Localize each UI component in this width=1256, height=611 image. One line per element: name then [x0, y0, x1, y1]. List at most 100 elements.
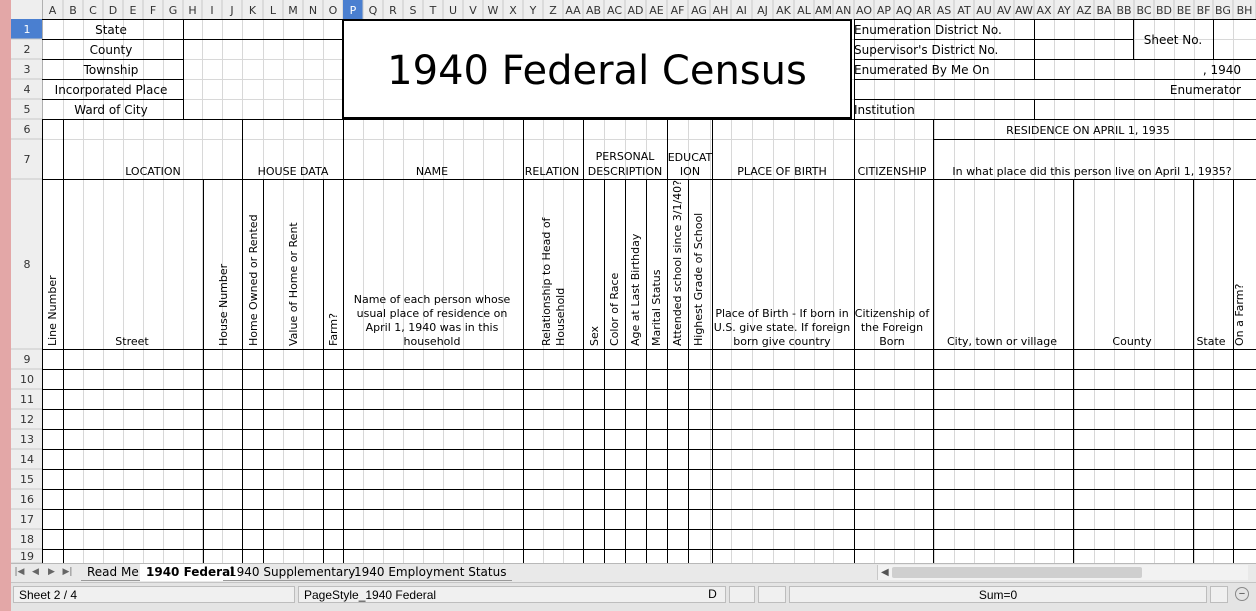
- row-header-cell[interactable]: 15: [20, 473, 34, 486]
- column-header-cell[interactable]: Y: [529, 4, 537, 17]
- column-header-cell[interactable]: AP: [877, 4, 892, 17]
- zoom-out-icon[interactable]: −: [1235, 587, 1249, 601]
- row-header-cell[interactable]: 9: [24, 353, 31, 366]
- column-header-cell[interactable]: AU: [976, 4, 992, 17]
- column-header-cell[interactable]: BC: [1136, 4, 1151, 17]
- row-header-cell[interactable]: 2: [24, 43, 31, 56]
- column-header-cell[interactable]: BF: [1197, 4, 1211, 17]
- scroll-left-icon[interactable]: ◀: [881, 565, 889, 580]
- column-header-cell[interactable]: R: [389, 4, 397, 17]
- column-header-cell[interactable]: F: [150, 4, 156, 17]
- row-header-cell[interactable]: 4: [24, 83, 31, 96]
- farm-subheader: Farm?: [327, 313, 340, 346]
- row-header-cell[interactable]: 14: [20, 453, 34, 466]
- last-sheet-icon[interactable]: ▶|: [61, 566, 74, 579]
- column-header-cell[interactable]: AN: [836, 4, 852, 17]
- column-header-cell[interactable]: L: [270, 4, 277, 17]
- citizenship-header: CITIZENSHIP: [858, 165, 927, 178]
- row-header-cell[interactable]: 1: [24, 23, 31, 36]
- column-header-cell[interactable]: G: [169, 4, 178, 17]
- column-header-cell[interactable]: AT: [957, 4, 971, 17]
- row-header-cell[interactable]: 3: [24, 63, 31, 76]
- column-header-cell[interactable]: AW: [1015, 4, 1033, 17]
- column-header-cell[interactable]: H: [188, 4, 196, 17]
- column-header-cell[interactable]: AB: [586, 4, 601, 17]
- column-header-cell[interactable]: AI: [736, 4, 747, 17]
- column-header-cell[interactable]: AL: [797, 4, 812, 17]
- column-header-cell[interactable]: Z: [549, 4, 557, 17]
- horizontal-scrollbar[interactable]: ◀: [877, 565, 1248, 580]
- column-header-cell[interactable]: N: [309, 4, 317, 17]
- first-sheet-icon[interactable]: |◀: [13, 566, 26, 579]
- column-header-cell[interactable]: BD: [1156, 4, 1172, 17]
- column-header-cell[interactable]: AM: [815, 4, 832, 17]
- column-header-cell[interactable]: M: [288, 4, 298, 17]
- column-header-cell[interactable]: AG: [691, 4, 707, 17]
- scrollbar-thumb[interactable]: [892, 567, 1142, 578]
- tab-1940-supplementary[interactable]: 1940 Supplementary: [223, 564, 362, 581]
- insert-mode-status: [729, 586, 755, 603]
- column-header-cell[interactable]: AH: [713, 4, 729, 17]
- row-header-cell[interactable]: 11: [20, 393, 34, 406]
- column-header-cell[interactable]: V: [469, 4, 477, 17]
- row-header-cell[interactable]: 6: [24, 123, 31, 136]
- column-header-cell[interactable]: AD: [628, 4, 644, 17]
- row-header-cell[interactable]: 17: [20, 513, 34, 526]
- column-header-cell[interactable]: AX: [1036, 4, 1052, 17]
- form-header[interactable]: State County Township Incorporated Place…: [55, 19, 1241, 119]
- column-header-cell[interactable]: P: [350, 4, 357, 17]
- column-header-cell[interactable]: T: [429, 4, 437, 17]
- column-header-cell[interactable]: S: [410, 4, 417, 17]
- tab-1940-employment-status[interactable]: 1940 Employment Status: [348, 564, 513, 581]
- column-header-cell[interactable]: B: [69, 4, 77, 17]
- column-header-cell[interactable]: AF: [671, 4, 685, 17]
- column-header-cell[interactable]: AS: [937, 4, 952, 17]
- column-header-cell[interactable]: BG: [1215, 4, 1231, 17]
- row-header-cell[interactable]: 13: [20, 433, 34, 446]
- column-header-cell[interactable]: A: [49, 4, 57, 17]
- street-subheader: Street: [115, 335, 149, 348]
- column-header-cell[interactable]: AZ: [1076, 4, 1092, 17]
- row-header-cell[interactable]: 18: [20, 533, 34, 546]
- column-header-cell[interactable]: Q: [369, 4, 378, 17]
- column-header-cell[interactable]: I: [210, 4, 213, 17]
- column-header-cell[interactable]: AQ: [896, 4, 912, 17]
- column-header-cell[interactable]: AO: [856, 4, 872, 17]
- house-number-subheader: House Number: [217, 263, 230, 346]
- row-header-cell[interactable]: 19: [20, 550, 34, 563]
- row-header-cell[interactable]: 8: [24, 258, 31, 271]
- column-header-cell[interactable]: AC: [607, 4, 622, 17]
- column-header-cell[interactable]: BB: [1116, 4, 1131, 17]
- residence-header: RESIDENCE ON APRIL 1, 1935: [1006, 124, 1170, 137]
- prev-sheet-icon[interactable]: ◀: [29, 566, 42, 579]
- column-header-cell[interactable]: W: [488, 4, 499, 17]
- row-header-cell[interactable]: 10: [20, 373, 34, 386]
- column-header-cell[interactable]: BH: [1237, 4, 1253, 17]
- next-sheet-icon[interactable]: ▶: [45, 566, 58, 579]
- relationship-subheader-2: Household: [554, 288, 567, 346]
- column-header-cell[interactable]: X: [509, 4, 517, 17]
- column-header-cell[interactable]: E: [130, 4, 137, 17]
- row-header-cell[interactable]: 7: [24, 153, 31, 166]
- page-style-status[interactable]: PageStyle_1940 Federal: [298, 586, 726, 603]
- column-header-cell[interactable]: AA: [565, 4, 581, 17]
- column-header-cell[interactable]: D: [109, 4, 117, 17]
- column-header-cell[interactable]: C: [89, 4, 97, 17]
- column-header-cell[interactable]: J: [229, 4, 233, 17]
- spreadsheet-grid[interactable]: A B C D E F G H I J K L M N O P Q R S T U V W X Y Z AA AB AC AD AE AF AG…: [11, 0, 1256, 563]
- column-header-cell[interactable]: AY: [1057, 4, 1071, 17]
- column-header-cell[interactable]: AR: [916, 4, 932, 17]
- tab-read-me[interactable]: Read Me: [81, 564, 145, 581]
- column-header-cell[interactable]: AK: [776, 4, 792, 17]
- column-header-cell[interactable]: AE: [649, 4, 664, 17]
- column-header-cell[interactable]: BA: [1096, 4, 1112, 17]
- column-header-cell[interactable]: K: [249, 4, 257, 17]
- column-header-cell[interactable]: BE: [1177, 4, 1192, 17]
- row-header-cell[interactable]: 12: [20, 413, 34, 426]
- column-header-cell[interactable]: U: [449, 4, 457, 17]
- column-header-cell[interactable]: O: [329, 4, 338, 17]
- row-header-cell[interactable]: 5: [24, 103, 31, 116]
- column-header-cell[interactable]: AV: [997, 4, 1012, 17]
- column-header-cell[interactable]: AJ: [757, 4, 768, 17]
- row-header-cell[interactable]: 16: [20, 493, 34, 506]
